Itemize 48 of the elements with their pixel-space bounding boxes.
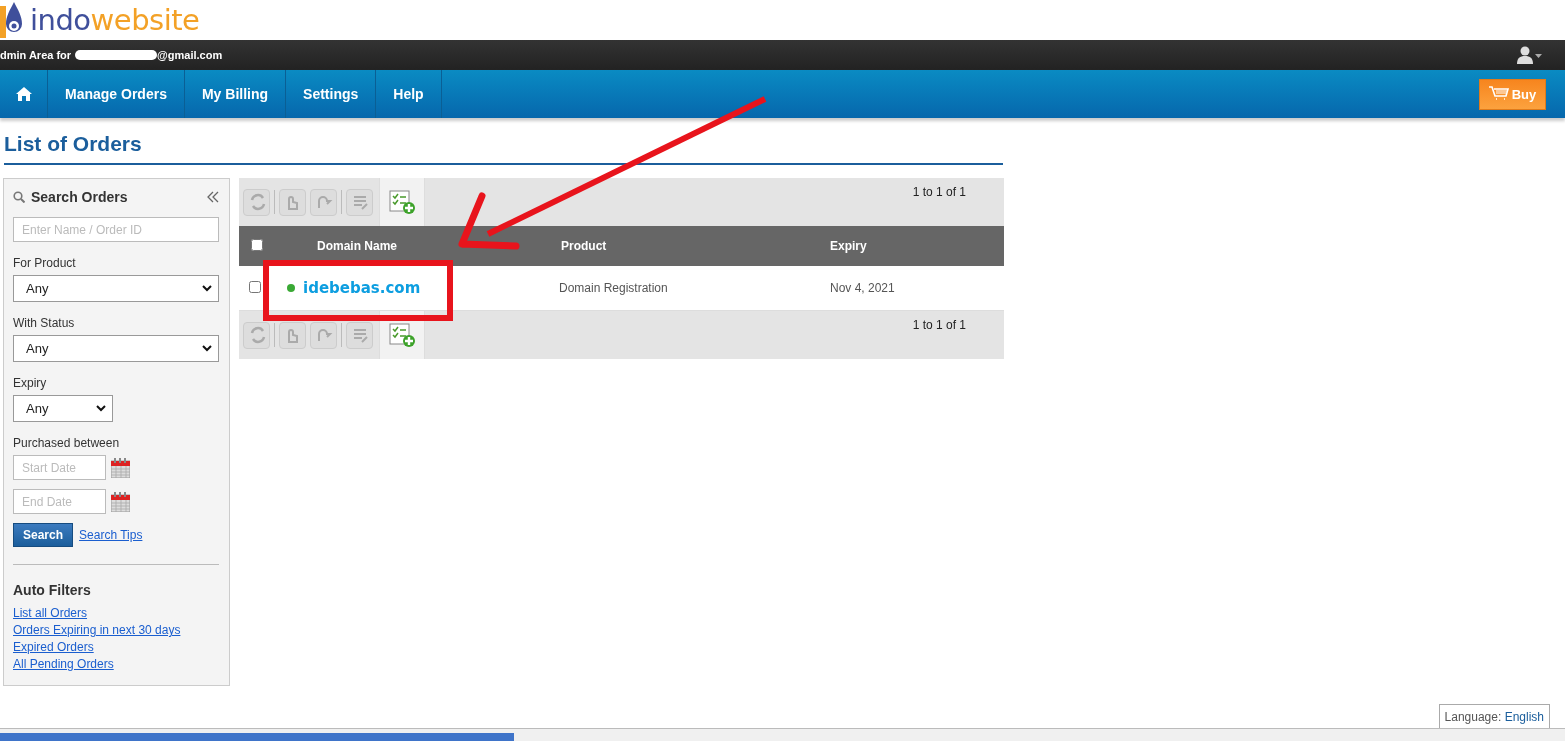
- search-icon: [13, 191, 25, 203]
- email-text: @gmail.com: [157, 49, 223, 61]
- pagination-text: 1 to 1 of 1: [912, 184, 967, 201]
- collapse-icon[interactable]: [207, 190, 219, 204]
- panel-title: Search Orders: [31, 189, 128, 205]
- column-header: Product: [549, 226, 830, 266]
- chevron-down-icon: [202, 345, 212, 352]
- filter-dropdown[interactable]: Any: [13, 395, 113, 422]
- search-tips-link[interactable]: Search Tips: [79, 528, 143, 542]
- select-all-checkbox[interactable]: [251, 238, 263, 251]
- table-cell: Domain Registration: [549, 266, 830, 311]
- date-field[interactable]: Start Date: [13, 455, 106, 480]
- nav-item[interactable]: Settings: [286, 70, 377, 118]
- filter-label: With Status: [13, 316, 76, 330]
- auto-filter-link[interactable]: List all Orders: [13, 606, 219, 620]
- column-header: Expiry: [830, 226, 1004, 266]
- date-label: Purchased between: [13, 436, 121, 450]
- filter-label: For Product: [13, 256, 77, 270]
- table-cell: Nov 4, 2021: [830, 266, 1004, 311]
- auto-filters-title: Auto Filters: [13, 582, 92, 598]
- add-order-button[interactable]: [379, 178, 425, 226]
- nav-item[interactable]: Manage Orders: [48, 70, 185, 118]
- chevron-down-icon: [202, 285, 212, 292]
- row-checkbox[interactable]: [249, 280, 261, 293]
- auto-filter-link[interactable]: Expired Orders: [13, 640, 219, 654]
- filter-label: Expiry: [13, 376, 48, 390]
- filter-dropdown[interactable]: Any: [13, 275, 219, 302]
- checklist-add-icon: [388, 322, 416, 348]
- search-field[interactable]: Enter Name / Order ID: [13, 217, 219, 242]
- cart-icon: [1488, 86, 1509, 102]
- nav-item[interactable]: My Billing: [184, 70, 287, 118]
- auto-filter-link[interactable]: All Pending Orders: [13, 657, 219, 671]
- domain-link[interactable]: idebebas.com: [303, 279, 421, 297]
- calendar-icon[interactable]: [111, 491, 130, 512]
- auto-filter-link[interactable]: Orders Expiring in next 30 days: [13, 623, 219, 637]
- filter-dropdown[interactable]: Any: [13, 335, 219, 362]
- search-button[interactable]: Search: [13, 523, 74, 547]
- language-selector[interactable]: Language: English: [1438, 704, 1550, 730]
- logo-text: indowebsite: [30, 2, 200, 39]
- chevron-down-icon: [96, 405, 106, 412]
- user-menu-icon[interactable]: [1517, 46, 1543, 64]
- checklist-add-icon: [388, 189, 416, 215]
- page-title: List of Orders: [4, 132, 1003, 165]
- admin-area-label: dmin Area for: [0, 49, 72, 61]
- calendar-icon[interactable]: [111, 457, 130, 478]
- date-field[interactable]: End Date: [13, 489, 106, 514]
- pagination-text: 1 to 1 of 1: [912, 317, 967, 334]
- nav-item[interactable]: Help: [376, 70, 442, 118]
